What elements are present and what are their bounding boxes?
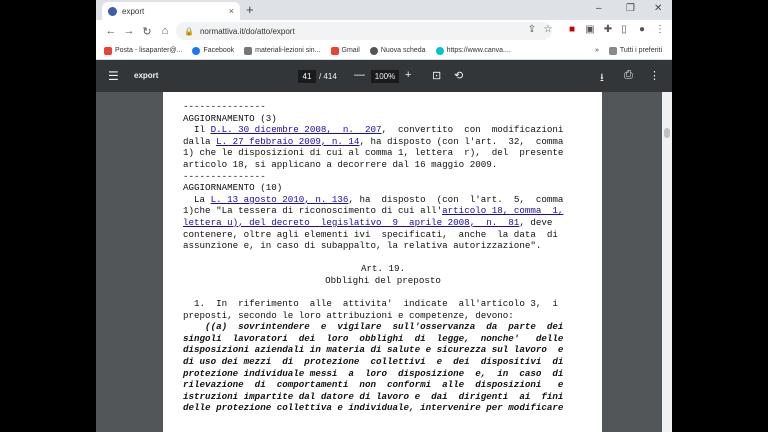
close-tab-icon[interactable]: × [229, 6, 234, 16]
law-link[interactable]: lettera u), del decreto legislativo 9 ap… [183, 217, 519, 228]
bookmark-item[interactable]: Gmail [330, 46, 360, 55]
gmail-icon [330, 46, 339, 55]
close-window-icon[interactable]: ✕ [654, 3, 662, 14]
page-total: / 414 [319, 72, 337, 81]
download-icon[interactable]: ⭳ [600, 69, 604, 88]
back-icon[interactable]: ← [102, 25, 120, 37]
url-text: normattiva.it/do/atto/export [199, 26, 295, 36]
law-link[interactable]: articolo 18, comma 1, [442, 205, 563, 216]
new-tab-button[interactable]: + [246, 2, 254, 17]
all-bookmarks-folder[interactable]: Tutti i preferiti [608, 46, 662, 55]
fit-page-icon[interactable]: ⊡ [432, 69, 441, 82]
menu-dots-icon[interactable]: ⋮ [654, 24, 666, 36]
zoom-level[interactable]: 100% [371, 70, 399, 83]
tab-strip: export × + – ❐ ✕ [96, 0, 672, 20]
profile-icon[interactable]: ● [636, 24, 648, 36]
reload-icon[interactable]: ↻ [138, 25, 156, 38]
bookmark-item[interactable]: https://www.canva.... [435, 46, 511, 55]
scrollbar-thumb[interactable] [664, 128, 670, 138]
apps-icon [104, 46, 112, 55]
law-link[interactable]: D.L. 30 dicembre 2008, n. 207 [211, 124, 382, 135]
pdf-page: --------------- AGGIORNAMENTO (3) Il D.L… [163, 92, 602, 432]
globe-icon [369, 46, 378, 55]
tab-export[interactable]: export × [102, 2, 240, 20]
update-heading: AGGIORNAMENTO (3) [183, 112, 277, 124]
bookmark-star-icon[interactable]: ☆ [542, 24, 554, 36]
bookmark-item[interactable]: Facebook [192, 46, 234, 55]
page-number-input[interactable]: 41 [298, 70, 316, 83]
divider-line: --------------- [183, 170, 266, 182]
bookmarks-bar: Posta - lisapanter@... Facebook material… [96, 42, 672, 60]
rotate-icon[interactable]: ⟲ [454, 69, 463, 82]
bookmark-item[interactable]: Nuova scheda [369, 46, 426, 55]
zoom-out-button[interactable]: — [354, 69, 365, 81]
divider-line: --------------- [183, 101, 266, 112]
more-options-icon[interactable]: ⋮ [649, 69, 660, 82]
pdf-viewer: ☰ export 41 / 414 — 100% + ⊡ ⟲ ⭳ ⎙ ⋮ ---… [96, 60, 672, 432]
browser-window: export × + – ❐ ✕ ← → ↻ ⌂ 🔒 normattiva.it… [96, 0, 672, 432]
canva-icon [435, 46, 444, 55]
facebook-icon [192, 46, 201, 55]
tab-title: export [122, 6, 145, 16]
puzzle-icon[interactable]: ✚ [602, 24, 614, 36]
share-icon[interactable]: ⇪ [526, 24, 538, 36]
pdf-extension-icon[interactable]: ■ [566, 24, 578, 36]
maximize-icon[interactable]: ❐ [626, 3, 635, 14]
forward-icon[interactable]: → [120, 25, 138, 37]
folder-icon [608, 46, 617, 55]
zoom-in-button[interactable]: + [405, 69, 411, 81]
article-number: Art. 19. [360, 263, 406, 275]
sidepanel-icon[interactable]: ▯ [618, 24, 630, 36]
article-title: Obblighi del preposto [325, 274, 441, 286]
browser-toolbar: ← → ↻ ⌂ 🔒 normattiva.it/do/atto/export ⇪… [96, 20, 672, 42]
globe-icon [108, 6, 117, 16]
print-icon[interactable]: ⎙ [624, 69, 633, 82]
scrollbar[interactable] [662, 92, 672, 432]
law-link[interactable]: L. 27 febbraio 2009, n. 14 [216, 136, 359, 147]
law-link[interactable]: L. 13 agosto 2010, n. 136 [211, 194, 349, 205]
hamburger-menu-icon[interactable]: ☰ [108, 69, 119, 83]
minimize-icon[interactable]: – [596, 3, 602, 14]
bookmark-item[interactable]: materiali-lezioni sin... [244, 46, 321, 55]
pdf-toolbar: ☰ export 41 / 414 — 100% + ⊡ ⟲ ⭳ ⎙ ⋮ [96, 60, 672, 92]
pdf-title: export [134, 71, 159, 80]
extension-icon[interactable]: ▣ [584, 24, 596, 36]
bookmark-item[interactable]: Posta - lisapanter@... [104, 46, 182, 55]
bookmarks-overflow-button[interactable]: » [595, 47, 599, 54]
lock-icon: 🔒 [184, 26, 194, 36]
document-text: --------------- AGGIORNAMENTO (3) Il D.L… [183, 101, 583, 414]
address-bar[interactable]: 🔒 normattiva.it/do/atto/export [176, 22, 552, 40]
update-heading: AGGIORNAMENTO (10) [183, 182, 283, 194]
page-icon [244, 46, 253, 55]
home-icon[interactable]: ⌂ [156, 25, 174, 37]
